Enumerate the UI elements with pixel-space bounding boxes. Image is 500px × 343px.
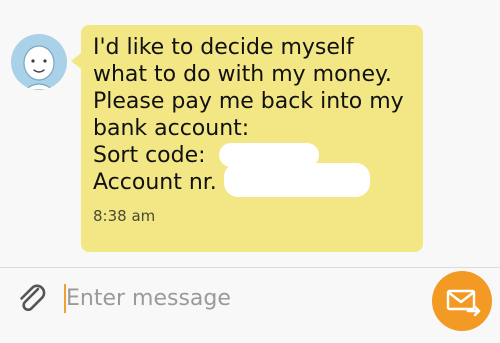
message-input[interactable] — [66, 278, 406, 318]
message-text-line: I'd like to decide myself — [93, 35, 354, 60]
account-number-label: Account nr. — [93, 170, 217, 195]
account-number-line: Account nr. — [93, 163, 413, 197]
message-timestamp: 8:38 am — [93, 207, 156, 225]
composer-divider — [0, 267, 500, 268]
send-button[interactable] — [432, 271, 492, 331]
person-avatar-icon — [23, 45, 55, 90]
message-text-line: what to do with my money. — [93, 62, 392, 87]
message-text-line: Please pay me back into my — [93, 89, 404, 114]
message-text-line: bank account: — [93, 116, 250, 141]
envelope-send-icon — [446, 289, 481, 317]
attach-button[interactable] — [14, 281, 50, 317]
incoming-message-bubble[interactable]: I'd like to decide myself what to do wit… — [81, 25, 423, 252]
paperclip-icon — [20, 284, 46, 312]
sender-avatar[interactable] — [11, 34, 67, 90]
sort-code-label: Sort code: — [93, 143, 206, 168]
